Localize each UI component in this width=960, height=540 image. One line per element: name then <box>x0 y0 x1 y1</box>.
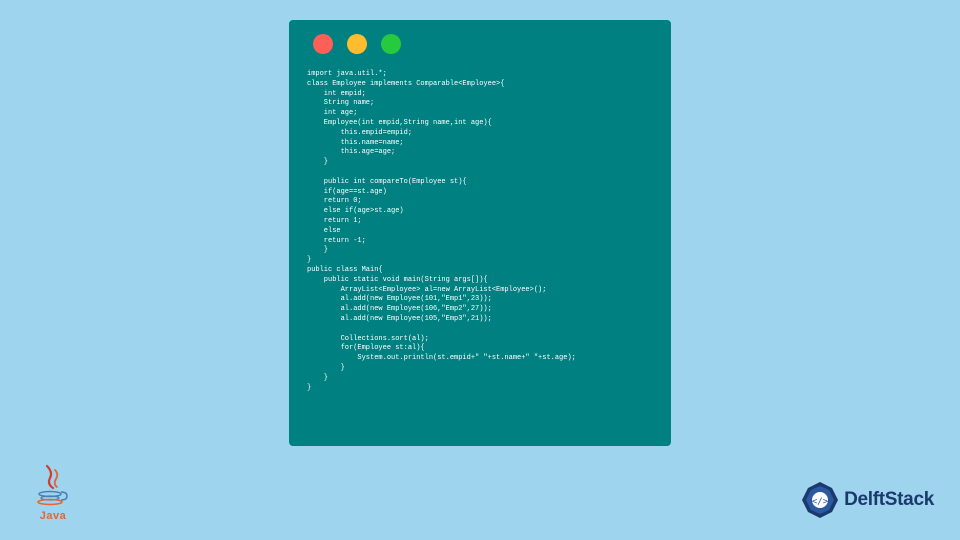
svg-text:</>: </> <box>812 497 829 507</box>
delftstack-badge-icon: </> <box>800 480 840 520</box>
java-logo-text: Java <box>40 510 66 522</box>
minimize-icon <box>347 34 367 54</box>
close-icon <box>313 34 333 54</box>
maximize-icon <box>381 34 401 54</box>
code-block: import java.util.*; class Employee imple… <box>307 70 653 393</box>
delftstack-logo-text: DelftStack <box>844 489 934 511</box>
java-cup-icon <box>36 464 70 512</box>
traffic-lights <box>313 34 653 54</box>
code-window: import java.util.*; class Employee imple… <box>289 20 671 446</box>
java-logo: Java <box>30 466 76 522</box>
delftstack-logo: </> DelftStack <box>800 480 934 520</box>
